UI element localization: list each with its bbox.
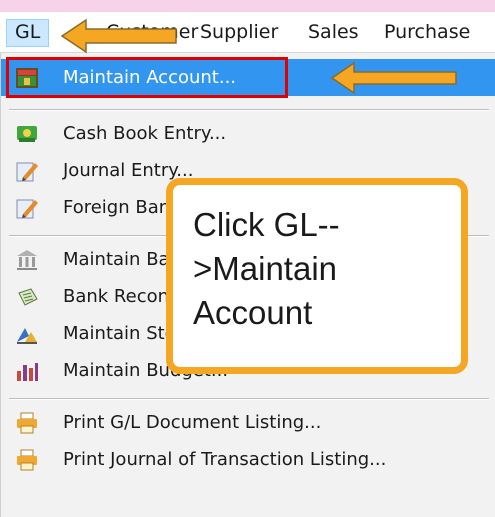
menu-item-print-gl-document-listing[interactable]: Print G/L Document Listing... [1,404,495,441]
instruction-callout: Click GL-- >Maintain Account [166,178,468,374]
menu-item-label: Cash Book Entry... [63,123,227,144]
bank-rec-icon [18,288,38,306]
menu-purchase[interactable]: Purchase [376,19,478,45]
bank-icon [17,250,37,270]
journal-pen-icon [16,162,38,182]
menu-gl-label: GL [15,21,41,43]
budget-chart-icon [17,363,38,381]
stock-value-icon [17,328,37,344]
journal-pen-icon [16,199,38,219]
callout-line: Account [193,294,313,331]
menu-supplier-label: Supplier [200,21,279,43]
menu-purchase-label: Purchase [384,21,471,43]
arrow-annotation-menu [60,18,177,54]
menu-item-cash-book-entry[interactable]: Cash Book Entry... [1,115,495,152]
menu-sales[interactable]: Sales [300,19,367,45]
top-decoration-band [0,0,495,12]
callout-line: Click GL-- [193,206,340,243]
menu-item-print-journal-listing[interactable]: Print Journal of Transaction Listing... [1,441,495,478]
menu-sales-label: Sales [308,21,359,43]
callout-line: >Maintain [193,250,338,287]
cash-book-icon [17,126,37,142]
arrow-annotation-item [330,61,457,95]
printer-icon [17,449,37,471]
menu-item-label: Print Journal of Transaction Listing... [63,449,387,470]
printer-icon [17,412,37,434]
menu-item-label: Print G/L Document Listing... [63,412,322,433]
menu-separator-highlight [9,399,489,400]
menu-gl[interactable]: GL [6,19,50,47]
menu-supplier[interactable]: Supplier [192,19,286,45]
highlight-box-annotation [6,57,288,98]
menu-separator-highlight [9,110,489,111]
